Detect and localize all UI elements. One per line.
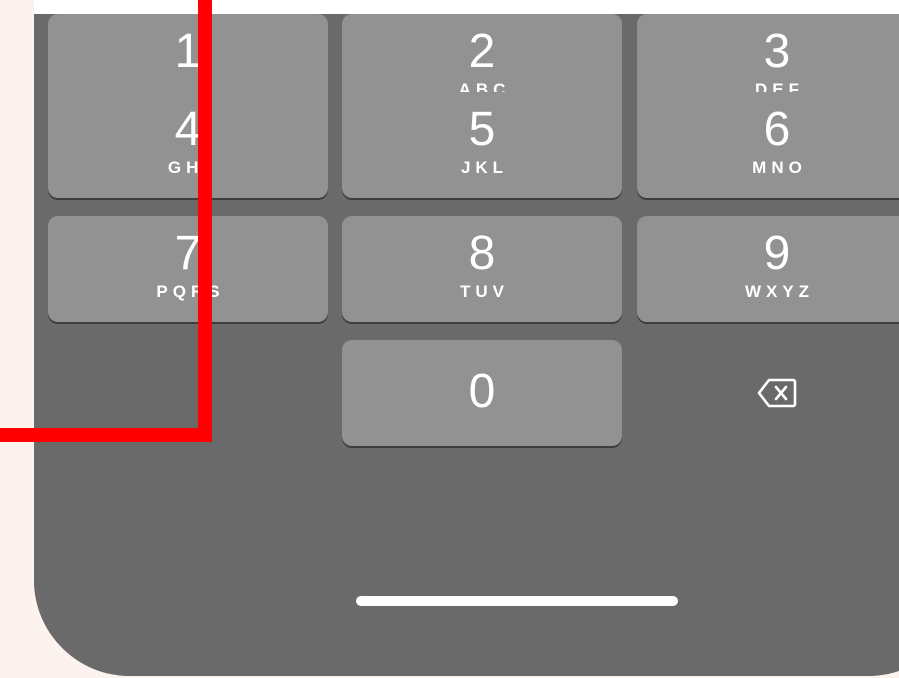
delete-button[interactable] [637,340,899,446]
key-7-digit: 7 [174,227,202,280]
key-6[interactable]: 6 MNO [637,92,899,198]
numeric-keypad: 1 2 ABC 3 DEF 4 GHI 5 JKL 6 MNO 7 PQRS 8… [34,14,899,676]
key-5[interactable]: 5 JKL [342,92,622,198]
key-5-letters: JKL [460,158,509,177]
screen: 1 2 ABC 3 DEF 4 GHI 5 JKL 6 MNO 7 PQRS 8… [0,0,899,678]
key-9-letters: WXYZ [744,282,815,301]
key-0[interactable]: 0 [342,340,622,446]
key-8-digit: 8 [468,227,496,280]
key-6-digit: 6 [763,103,791,156]
key-2-digit: 2 [468,25,496,78]
key-4[interactable]: 4 GHI [48,92,328,198]
key-1-digit: 1 [174,25,202,78]
home-indicator[interactable] [356,596,678,606]
delete-backspace-icon [757,378,797,408]
key-6-letters: MNO [752,158,807,177]
key-9[interactable]: 9 WXYZ [637,216,899,322]
key-7-letters: PQRS [156,282,225,301]
key-4-digit: 4 [174,103,202,156]
key-9-digit: 9 [763,227,791,280]
phone-screen: 1 2 ABC 3 DEF 4 GHI 5 JKL 6 MNO 7 PQRS 8… [34,0,899,676]
key-8[interactable]: 8 TUV [342,216,622,322]
key-3-digit: 3 [763,25,791,78]
key-7[interactable]: 7 PQRS [48,216,328,322]
key-8-letters: TUV [460,282,509,301]
key-4-letters: GHI [167,158,214,177]
key-0-digit: 0 [468,365,496,418]
key-5-digit: 5 [468,103,496,156]
input-area [34,0,899,14]
